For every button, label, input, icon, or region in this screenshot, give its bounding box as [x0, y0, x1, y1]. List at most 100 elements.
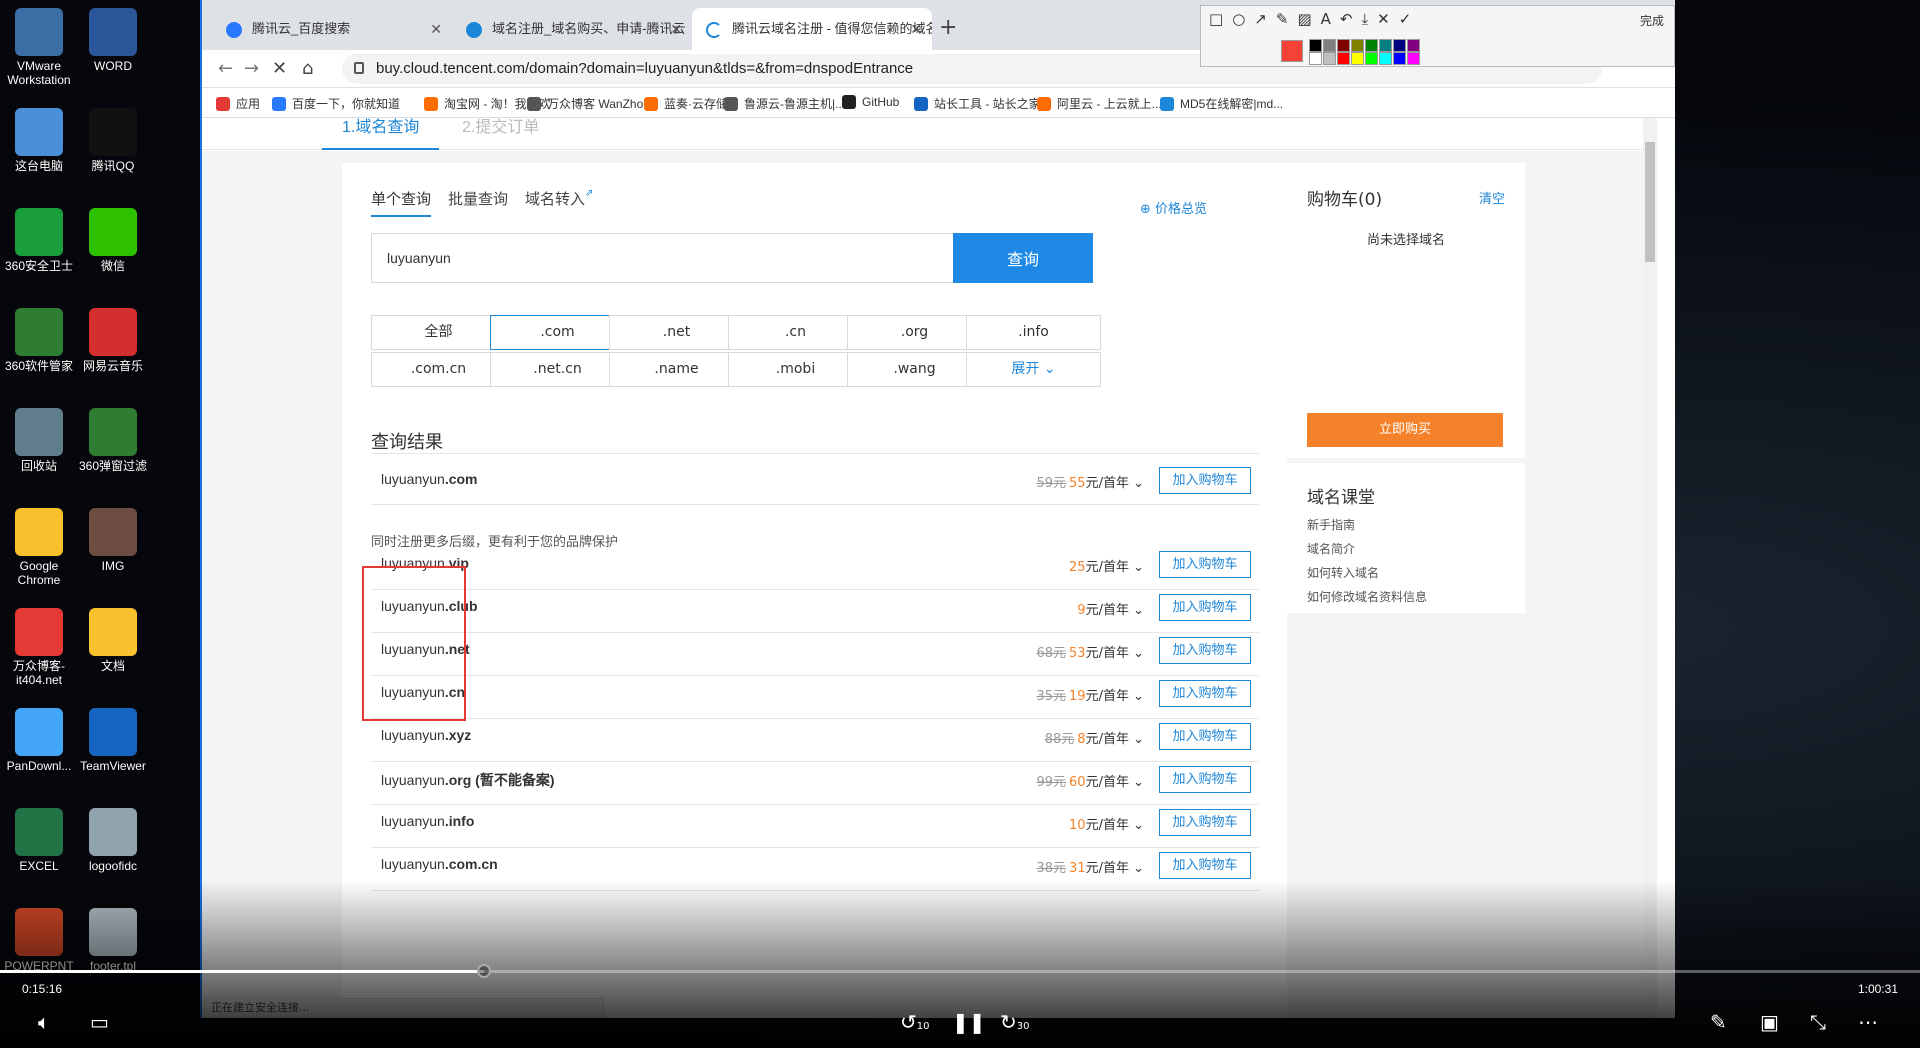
color-swatch[interactable] [1351, 52, 1364, 65]
color-swatch[interactable] [1379, 39, 1392, 52]
desktop-icon[interactable]: Google Chrome [2, 508, 76, 587]
buy-now-button[interactable]: 立即购买 [1307, 413, 1503, 447]
clear-cart-link[interactable]: 清空 [1479, 188, 1505, 207]
pen-tool-icon[interactable]: ✎ [1276, 10, 1298, 28]
tld-option[interactable]: .org [847, 315, 982, 350]
price[interactable]: 10元/首年 ⌄ [1069, 814, 1144, 833]
bookmark-item[interactable]: 百度一下，你就知道 [272, 95, 400, 112]
color-swatch[interactable] [1379, 52, 1392, 65]
tld-option[interactable]: .cn促 [728, 315, 863, 350]
tld-option[interactable]: 全部 [371, 315, 506, 350]
ellipse-tool-icon[interactable]: ○ [1232, 10, 1254, 28]
text-tool-icon[interactable]: A [1321, 10, 1340, 28]
tab-domain-register[interactable]: 域名注册_域名购买、申请-腾讯云 ✕ [452, 8, 692, 50]
pause-icon[interactable]: ❚❚ [952, 1012, 986, 1032]
tab-domain-transfer[interactable]: 域名转入⇗ [525, 188, 593, 209]
desktop-icon[interactable]: 回收站 [2, 408, 76, 473]
color-swatch[interactable] [1351, 39, 1364, 52]
bookmark-item[interactable]: 应用 [216, 95, 260, 112]
rewind-button[interactable]: ↺10 [900, 1012, 930, 1037]
tld-option[interactable]: .wang热 [847, 352, 982, 387]
price[interactable]: 88元 8元/首年 ⌄ [1045, 728, 1144, 747]
confirm-icon[interactable]: ✓ [1399, 10, 1421, 28]
tld-option[interactable]: .com.cn [371, 352, 506, 387]
desktop-icon[interactable]: PanDownl... [2, 708, 76, 773]
desktop-icon[interactable]: EXCEL [2, 808, 76, 873]
color-swatch[interactable] [1337, 52, 1350, 65]
back-arrow-icon[interactable]: ← [218, 56, 233, 82]
desktop-icon[interactable]: VMware Workstation [2, 8, 76, 87]
course-link-modify-info[interactable]: 如何修改域名资料信息 [1307, 588, 1427, 605]
desktop-icon[interactable]: TeamViewer [76, 708, 150, 773]
stop-loading-icon[interactable]: ✕ [272, 56, 287, 82]
tld-option[interactable]: .net热 [609, 315, 744, 350]
close-icon[interactable]: ✕ [670, 8, 682, 50]
add-to-cart-button[interactable]: 加入购物车 [1159, 809, 1251, 836]
add-to-cart-button[interactable]: 加入购物车 [1159, 637, 1251, 664]
color-swatch[interactable] [1365, 52, 1378, 65]
desktop-icon[interactable]: 文档 [76, 608, 150, 673]
bookmark-item[interactable]: 站长工具 - 站长之家 [914, 95, 1041, 112]
new-tab-button[interactable]: + [939, 10, 957, 46]
color-swatch[interactable] [1393, 52, 1406, 65]
price[interactable]: 99元 60元/首年 ⌄ [1036, 771, 1144, 790]
desktop-icon[interactable]: 这台电脑 [2, 108, 76, 173]
close-icon[interactable]: ✕ [430, 8, 442, 50]
color-swatch[interactable] [1407, 39, 1420, 52]
desktop-icon[interactable]: 360安全卫士 [2, 208, 76, 273]
volume-icon[interactable]: 🔈︎ [38, 1012, 50, 1032]
desktop-icon[interactable]: WORD [76, 8, 150, 73]
add-to-cart-button[interactable]: 加入购物车 [1159, 467, 1251, 494]
add-to-cart-button[interactable]: 加入购物车 [1159, 723, 1251, 750]
tld-option[interactable]: .info [966, 315, 1101, 350]
color-swatch[interactable] [1323, 52, 1336, 65]
tld-option[interactable]: .net.cn [490, 352, 625, 387]
tld-option[interactable]: .mobi [728, 352, 863, 387]
desktop-icon[interactable]: 360弹窗过滤 [76, 408, 150, 473]
desktop-icon[interactable]: 腾讯QQ [76, 108, 150, 173]
color-swatch[interactable] [1407, 52, 1420, 65]
query-button[interactable]: 查询 [953, 233, 1093, 283]
price[interactable]: 38元 31元/首年 ⌄ [1036, 857, 1144, 876]
bookmark-item[interactable]: MD5在线解密|md... [1160, 95, 1283, 112]
price[interactable]: 68元 53元/首年 ⌄ [1036, 642, 1144, 661]
price-overview-link[interactable]: ⊕ 价格总览 [1140, 198, 1207, 217]
mosaic-tool-icon[interactable]: ▨ [1297, 10, 1320, 28]
forward-button[interactable]: ↻30 [1000, 1012, 1030, 1037]
tab-batch-query[interactable]: 批量查询 [448, 188, 508, 209]
color-swatch[interactable] [1365, 39, 1378, 52]
tab-baidu[interactable]: 腾讯云_百度搜索 ✕ [212, 8, 452, 50]
price[interactable]: 25元/首年 ⌄ [1069, 556, 1144, 575]
color-swatch[interactable] [1393, 39, 1406, 52]
desktop-icon[interactable]: 万众博客-it404.net [2, 608, 76, 687]
close-icon[interactable]: ✕ [1377, 10, 1399, 28]
add-to-cart-button[interactable]: 加入购物车 [1159, 551, 1251, 578]
more-options-icon[interactable]: ⋯ [1858, 1012, 1878, 1032]
bookmark-item[interactable]: 阿里云 - 上云就上... [1037, 95, 1162, 112]
rect-tool-icon[interactable]: □ [1209, 10, 1232, 28]
course-link-transfer[interactable]: 如何转入域名 [1307, 564, 1379, 581]
tab-tencent-domain[interactable]: 腾讯云域名注册 - 值得您信赖的域名 ✕ [692, 8, 932, 50]
undo-icon[interactable]: ↶ [1340, 10, 1362, 28]
exit-fullscreen-icon[interactable]: ⤡ [1810, 1012, 1826, 1032]
bookmark-item[interactable]: GitHub [842, 95, 899, 109]
price[interactable]: 59元 55元/首年 ⌄ [1036, 472, 1144, 491]
progress-knob[interactable] [476, 964, 491, 978]
add-to-cart-button[interactable]: 加入购物车 [1159, 680, 1251, 707]
color-swatch[interactable] [1309, 39, 1322, 52]
color-swatch[interactable] [1337, 39, 1350, 52]
forward-arrow-icon[interactable]: → [244, 56, 259, 82]
mini-player-icon[interactable]: ▣ [1760, 1012, 1779, 1032]
bookmark-item[interactable]: 鲁源云-鲁源主机|... [724, 95, 845, 112]
tab-single-query[interactable]: 单个查询 [371, 188, 432, 217]
tld-option[interactable]: .name [609, 352, 744, 387]
color-swatch[interactable] [1309, 52, 1322, 65]
tld-option[interactable]: .com热 [490, 315, 625, 350]
subtitles-icon[interactable]: ▭ [90, 1012, 109, 1032]
desktop-icon[interactable]: logoofidc [76, 808, 150, 873]
close-icon[interactable]: ✕ [910, 8, 922, 50]
page-scrollbar[interactable] [1643, 118, 1657, 1018]
add-to-cart-button[interactable]: 加入购物车 [1159, 594, 1251, 621]
done-button[interactable]: 完成 [1640, 12, 1664, 29]
course-link-intro[interactable]: 域名简介 [1307, 540, 1355, 557]
